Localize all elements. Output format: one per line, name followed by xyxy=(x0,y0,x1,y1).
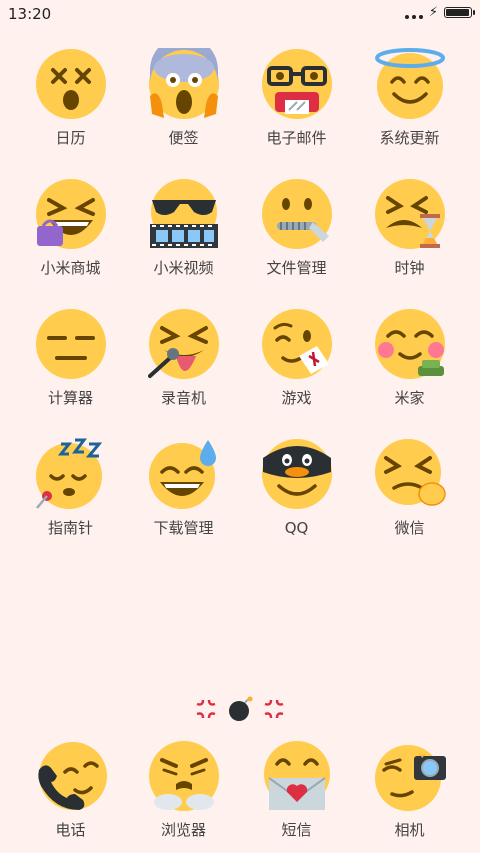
penguin-face-icon xyxy=(261,438,333,510)
app-mi-video[interactable]: 小米视频 xyxy=(127,178,240,278)
battery-level xyxy=(446,9,469,16)
more-notifications-icon xyxy=(404,14,423,19)
sleeping-face-icon xyxy=(35,438,107,510)
app-label: 短信 xyxy=(281,821,312,839)
tired-face-icon xyxy=(374,178,446,250)
status-bar: 13:20 ⚡ xyxy=(0,0,480,28)
app-label: 米家 xyxy=(394,389,425,407)
anger-symbol-icon xyxy=(196,699,216,719)
app-camera[interactable]: 相机 xyxy=(353,740,466,840)
app-label: 便签 xyxy=(168,129,199,147)
love-letter-face-icon xyxy=(261,740,333,812)
app-messages[interactable]: 短信 xyxy=(240,740,353,840)
app-label: 日历 xyxy=(55,129,86,147)
app-recorder[interactable]: 录音机 xyxy=(127,308,240,408)
app-file-manager[interactable]: 文件管理 xyxy=(240,178,353,278)
app-label: 下载管理 xyxy=(153,519,214,537)
app-email[interactable]: 电子邮件 xyxy=(240,48,353,148)
battery-icon xyxy=(444,7,475,18)
app-compass[interactable]: 指南针 xyxy=(14,438,127,538)
status-icons: ⚡ xyxy=(404,5,475,20)
app-qq[interactable]: QQ xyxy=(240,438,353,538)
anger-symbol-icon xyxy=(264,699,284,719)
dizzy-face-icon xyxy=(35,48,107,120)
persevering-face-icon xyxy=(374,438,446,510)
app-label: 指南针 xyxy=(47,519,93,537)
app-label: 录音机 xyxy=(160,389,206,407)
app-wechat[interactable]: 微信 xyxy=(353,438,466,538)
app-mi-store[interactable]: 小米商城 xyxy=(14,178,127,278)
tongue-face-icon xyxy=(147,308,220,380)
app-calculator[interactable]: 计算器 xyxy=(14,308,127,408)
page-indicator[interactable] xyxy=(0,694,480,724)
charging-icon: ⚡ xyxy=(428,5,438,20)
app-system-update[interactable]: 系统更新 xyxy=(353,48,466,148)
bomb-icon xyxy=(229,696,253,721)
steam-face-icon xyxy=(148,740,220,812)
app-label: 系统更新 xyxy=(379,129,440,147)
app-calendar[interactable]: 日历 xyxy=(14,48,127,148)
app-label: 相机 xyxy=(394,821,425,839)
app-clock[interactable]: 时钟 xyxy=(353,178,466,278)
sweat-smile-face-icon xyxy=(148,438,220,510)
app-label: 电子邮件 xyxy=(266,129,327,147)
camera-face-icon xyxy=(374,740,446,812)
app-games[interactable]: 游戏 xyxy=(240,308,353,408)
app-label: 小米商城 xyxy=(40,259,101,277)
blushing-face-icon xyxy=(374,308,446,380)
phone-face-icon xyxy=(35,740,107,812)
app-label: QQ xyxy=(284,519,309,537)
expressionless-face-icon xyxy=(35,308,107,380)
app-label: 计算器 xyxy=(47,389,93,407)
app-notes[interactable]: 便签 xyxy=(127,48,240,148)
app-label: 微信 xyxy=(394,519,425,537)
app-download-manager[interactable]: 下载管理 xyxy=(127,438,240,538)
laughing-face-icon xyxy=(35,178,107,250)
app-label: 小米视频 xyxy=(153,259,214,277)
nerd-face-icon xyxy=(261,48,333,120)
winking-face-icon xyxy=(261,308,333,380)
sunglasses-face-icon xyxy=(148,178,220,250)
app-phone[interactable]: 电话 xyxy=(14,740,127,840)
app-grid: 日历 便签 电子邮件 系统更新 小米商城 小米视频 文件管理 时钟 计算器 录音… xyxy=(14,48,466,538)
app-mi-home[interactable]: 米家 xyxy=(353,308,466,408)
zipper-mouth-face-icon xyxy=(261,178,333,250)
app-label: 电话 xyxy=(55,821,86,839)
app-label: 时钟 xyxy=(394,259,425,277)
app-browser[interactable]: 浏览器 xyxy=(127,740,240,840)
dock: 电话 浏览器 短信 相机 xyxy=(14,740,466,840)
status-time: 13:20 xyxy=(8,5,52,23)
halo-face-icon xyxy=(374,48,446,120)
screaming-face-icon xyxy=(148,48,220,120)
app-label: 游戏 xyxy=(281,389,312,407)
app-label: 浏览器 xyxy=(160,821,206,839)
app-label: 文件管理 xyxy=(266,259,327,277)
